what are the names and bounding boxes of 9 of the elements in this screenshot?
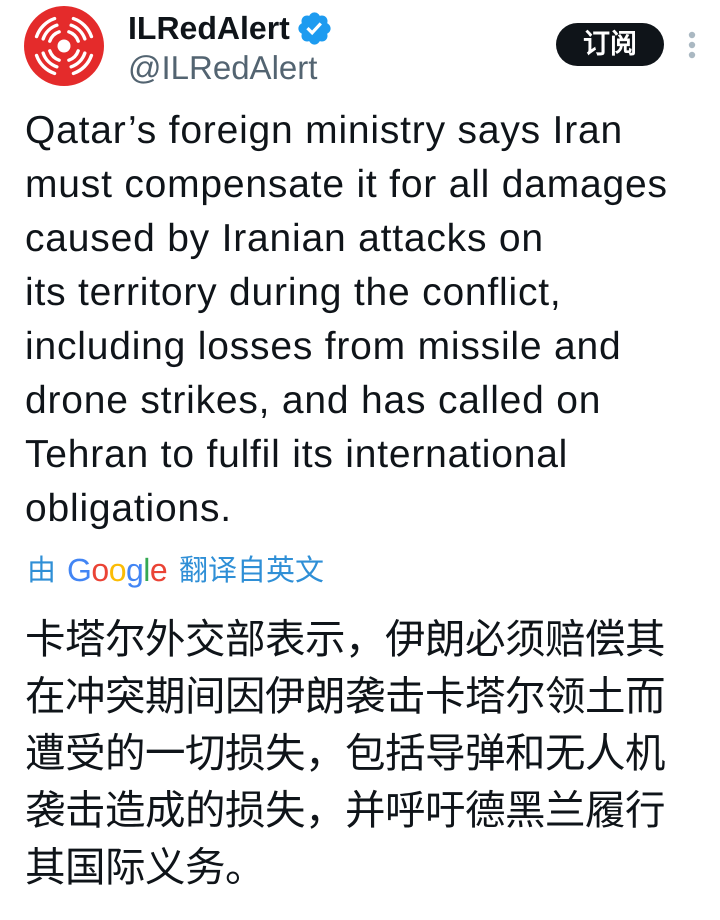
handle[interactable]: @ILRedAlert [128,48,331,88]
google-logo: Google [67,554,168,588]
subscribe-button[interactable]: 订阅 [556,23,664,66]
translated-text: 卡塔尔外交部表示，伊朗必须赔偿其在冲突期间因伊朗袭击卡塔尔领土而遭受的一切损失，包括导弹和无人机袭击造成的损失，并呼吁德黑兰履行其国际义务。 [25,615,666,892]
translated-from-english-label: 翻译自英文 [179,556,324,586]
avatar-icon[interactable] [24,6,104,86]
display-name[interactable]: ILRedAlert [128,8,290,48]
translated-by-label: 由 [27,556,56,586]
tweet-text: Qatar’s foreign ministry says Iran must compensate it for all damages caused by Iranian attacks on its territory during the conflict, including losses from missile and drone strikes, and has called on Tehran to fulfil its international obligations. [25,108,668,532]
